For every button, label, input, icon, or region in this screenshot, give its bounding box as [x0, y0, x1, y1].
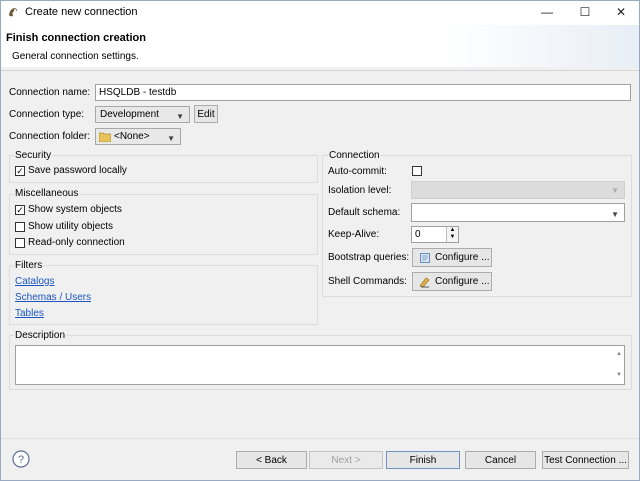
finish-button[interactable]: Finish — [386, 451, 460, 469]
chevron-down-icon: ▼ — [611, 186, 619, 195]
connection-name-input[interactable]: HSQLDB - testdb — [95, 84, 631, 101]
spinner-arrows-icon[interactable]: ▲ ▼ — [446, 227, 458, 242]
show-system-objects-label: Show system objects — [28, 204, 122, 215]
catalogs-link[interactable]: Catalogs — [15, 276, 54, 287]
chevron-down-icon: ▼ — [176, 112, 184, 121]
cancel-button[interactable]: Cancel — [465, 451, 536, 469]
header-divider — [1, 70, 639, 71]
finish-label: Finish — [409, 454, 437, 466]
keep-alive-label: Keep-Alive: — [328, 229, 380, 240]
window-title: Create new connection — [25, 6, 138, 18]
security-group-title: Security — [14, 150, 53, 161]
bootstrap-configure-label: Configure ... — [435, 252, 490, 263]
maximize-button[interactable]: ☐ — [566, 1, 604, 23]
connection-folder-label: Connection folder: — [9, 131, 91, 142]
close-icon: ✕ — [615, 5, 627, 19]
connection-folder-select[interactable]: <None> ▼ — [95, 128, 181, 145]
connection-type-label: Connection type: — [9, 109, 85, 120]
isolation-level-select[interactable]: ▼ — [411, 181, 625, 199]
shell-configure-label: Configure ... — [435, 276, 490, 287]
save-password-checkbox[interactable]: ✓ — [15, 166, 25, 176]
filters-group-title: Filters — [14, 260, 44, 271]
connection-group-title: Connection — [328, 150, 381, 161]
help-icon[interactable]: ? — [12, 450, 30, 468]
tables-link[interactable]: Tables — [15, 308, 44, 319]
edit-type-button[interactable]: Edit — [194, 105, 218, 123]
test-connection-button[interactable]: Test Connection ... — [542, 451, 629, 469]
keep-alive-value: 0 — [415, 229, 421, 240]
isolation-level-label: Isolation level: — [328, 185, 392, 196]
edit-type-label: Edit — [197, 108, 215, 120]
next-label: Next > — [331, 454, 361, 466]
save-password-label: Save password locally — [28, 165, 127, 176]
next-button[interactable]: Next > — [309, 451, 383, 469]
minimize-button[interactable]: — — [528, 1, 566, 23]
default-schema-label: Default schema: — [328, 207, 401, 218]
svg-text:?: ? — [18, 454, 24, 466]
footer-divider — [1, 438, 639, 439]
page-title: Finish connection creation — [6, 32, 146, 44]
connection-type-value: Development — [100, 109, 159, 120]
bootstrap-configure-button[interactable]: Configure ... — [412, 248, 492, 267]
keep-alive-spinner[interactable]: 0 ▲ ▼ — [411, 226, 459, 243]
show-system-objects-checkbox[interactable]: ✓ — [15, 205, 25, 215]
auto-commit-label: Auto-commit: — [328, 166, 387, 177]
chevron-down-icon: ▼ — [611, 210, 619, 219]
bootstrap-queries-label: Bootstrap queries: — [328, 252, 410, 263]
cancel-label: Cancel — [484, 454, 517, 466]
scroll-up-icon[interactable]: ▲ — [616, 348, 622, 361]
close-window-button[interactable]: ✕ — [602, 1, 640, 23]
show-utility-objects-checkbox[interactable] — [15, 222, 25, 232]
page-subtitle: General connection settings. — [12, 51, 139, 62]
connection-name-label: Connection name: — [9, 87, 91, 98]
script-icon — [420, 252, 430, 263]
schemas-users-link[interactable]: Schemas / Users — [15, 292, 91, 303]
minimize-icon: — — [541, 5, 553, 19]
back-label: < Back — [256, 454, 287, 466]
description-textarea[interactable]: ▲ ▼ — [15, 345, 625, 385]
auto-commit-checkbox[interactable] — [412, 166, 422, 176]
show-utility-objects-label: Show utility objects — [28, 221, 114, 232]
chevron-down-icon: ▼ — [167, 134, 175, 143]
folder-icon — [99, 132, 111, 142]
back-button[interactable]: < Back — [236, 451, 307, 469]
description-group-title: Description — [14, 330, 67, 341]
read-only-checkbox[interactable] — [15, 238, 25, 248]
scroll-down-icon[interactable]: ▼ — [616, 369, 622, 382]
maximize-icon: ☐ — [579, 5, 591, 19]
shell-commands-label: Shell Commands: — [328, 276, 407, 287]
test-connection-label: Test Connection ... — [544, 454, 627, 466]
miscellaneous-group-title: Miscellaneous — [14, 188, 80, 199]
connection-folder-value: <None> — [114, 131, 150, 142]
app-icon — [9, 8, 17, 17]
connection-type-select[interactable]: Development ▼ — [95, 106, 190, 123]
shell-configure-button[interactable]: Configure ... — [412, 272, 492, 291]
read-only-label: Read-only connection — [28, 237, 125, 248]
shell-command-icon — [419, 277, 430, 287]
default-schema-input[interactable]: ▼ — [411, 203, 625, 222]
